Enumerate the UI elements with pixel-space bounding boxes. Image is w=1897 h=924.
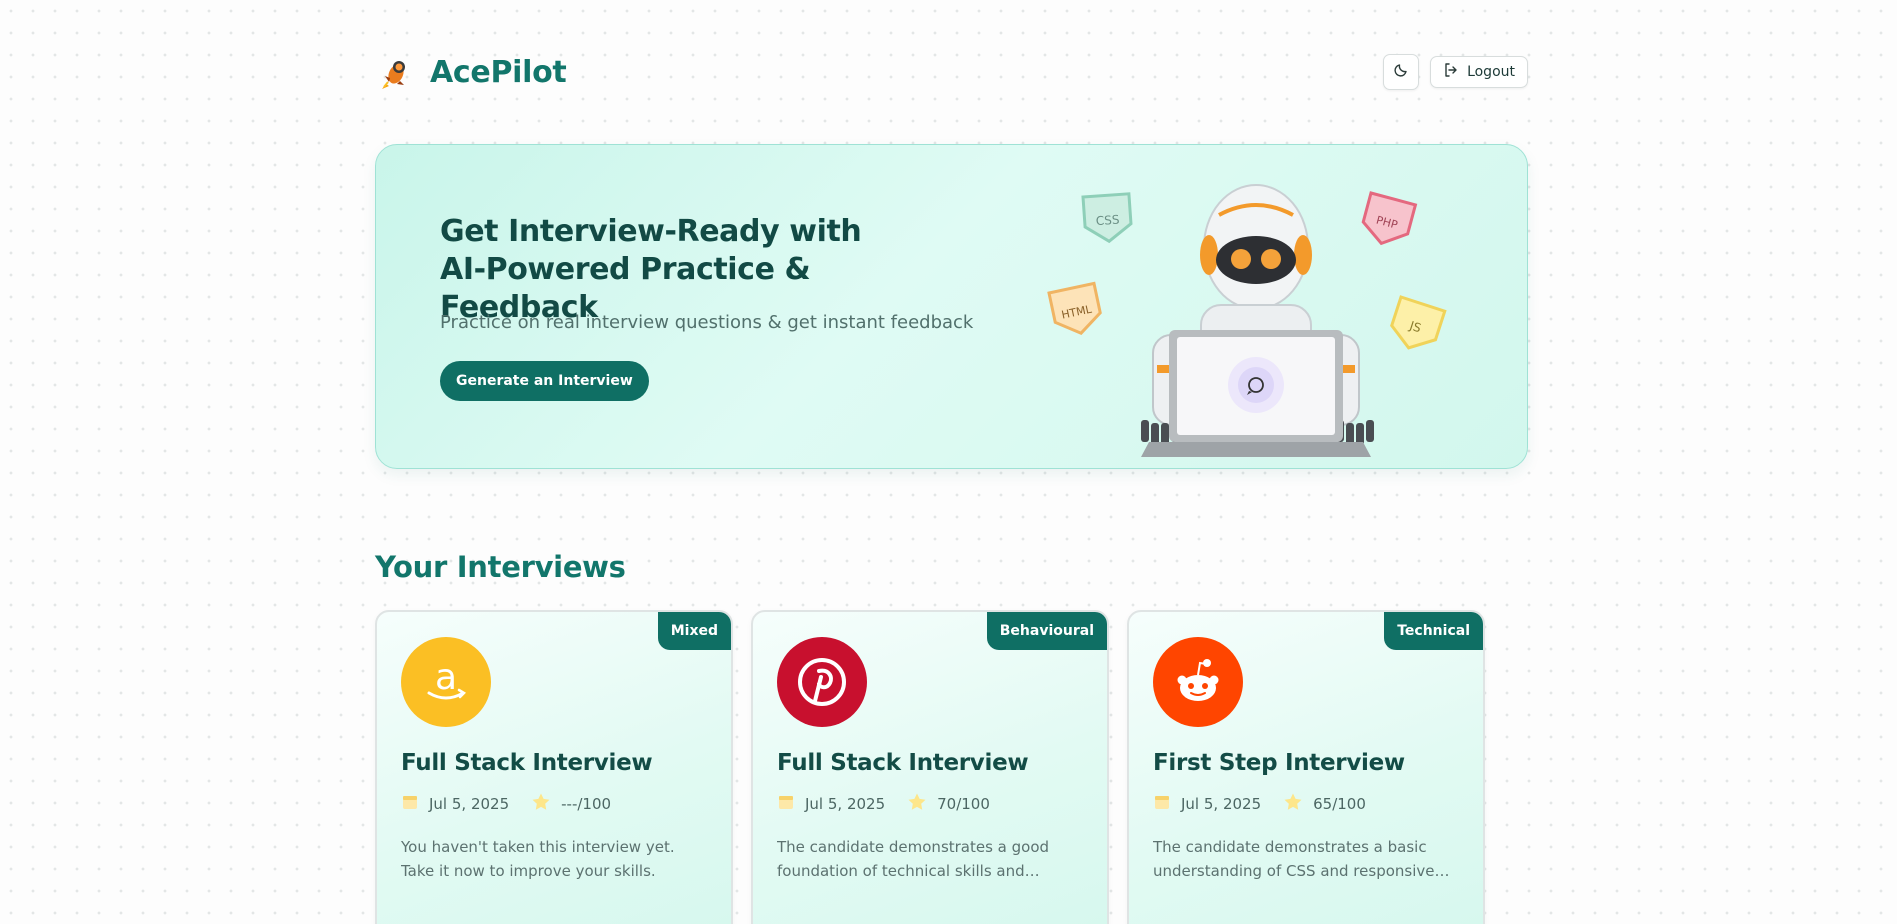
interview-description: You haven't taken this interview yet. Ta… [401, 838, 675, 880]
section-title: Your Interviews [375, 550, 626, 584]
logout-icon [1443, 62, 1459, 82]
robot-laptop-illustration: CSS PHP HTML JS [1047, 184, 1447, 457]
amazon-logo-icon: a [401, 637, 491, 727]
interview-description: The candidate demonstrates a good founda… [777, 838, 1050, 880]
interview-meta: Jul 5, 2025 70/100 [777, 792, 1012, 816]
interview-description: The candidate demonstrates a basic under… [1153, 838, 1450, 880]
brand[interactable]: AcePilot [375, 52, 567, 92]
hero-subtitle: Practice on real interview questions & g… [440, 312, 974, 333]
star-icon [531, 792, 551, 816]
moon-icon [1393, 62, 1409, 82]
app-name: AcePilot [430, 54, 567, 90]
interview-score: 70/100 [937, 795, 990, 813]
interview-date: Jul 5, 2025 [429, 795, 510, 813]
rocket-icon [375, 52, 415, 92]
interview-score: ---/100 [561, 795, 612, 813]
theme-toggle-button[interactable] [1383, 54, 1420, 90]
calendar-icon [777, 793, 795, 815]
css-tag-label: CSS [1095, 213, 1120, 229]
pinterest-logo-icon [777, 637, 867, 727]
interview-card[interactable]: Behavioural Full Stack Interview Jul 5, … [751, 610, 1109, 924]
interview-type-badge: Behavioural [986, 612, 1107, 650]
header: AcePilot Logout [375, 52, 1528, 92]
hero-banner: Get Interview-Ready with AI-Powered Prac… [375, 144, 1528, 469]
interview-title: Full Stack Interview [401, 750, 653, 776]
interview-type-badge: Mixed [657, 612, 731, 650]
interview-date: Jul 5, 2025 [1181, 795, 1262, 813]
calendar-icon [1153, 793, 1171, 815]
php-tag: PHP [1361, 191, 1418, 246]
css-tag: CSS [1081, 192, 1133, 244]
hero-title: Get Interview-Ready with AI-Powered Prac… [440, 214, 862, 325]
interview-card[interactable]: Mixed a Full Stack Interview Jul 5, 2025… [375, 610, 733, 924]
reddit-logo-icon [1153, 637, 1243, 727]
interview-meta: Jul 5, 2025 65/100 [1153, 792, 1388, 816]
interview-card[interactable]: Technical First Step Interview Jul 5, 20… [1127, 610, 1485, 924]
interview-title: First Step Interview [1153, 750, 1405, 776]
generate-interview-button[interactable]: Generate an Interview [440, 361, 649, 401]
svg-text:a: a [435, 657, 457, 698]
star-icon [1283, 792, 1303, 816]
html-tag: HTML [1047, 281, 1102, 336]
calendar-icon [401, 793, 419, 815]
js-tag: JS [1390, 295, 1447, 350]
interview-date: Jul 5, 2025 [805, 795, 886, 813]
interview-meta: Jul 5, 2025 ---/100 [401, 792, 633, 816]
interview-type-badge: Technical [1384, 612, 1483, 650]
logout-label: Logout [1467, 64, 1515, 80]
interview-score: 65/100 [1313, 795, 1366, 813]
star-icon [907, 792, 927, 816]
logout-button[interactable]: Logout [1430, 56, 1528, 88]
interview-title: Full Stack Interview [777, 750, 1029, 776]
header-actions: Logout [1383, 54, 1528, 90]
